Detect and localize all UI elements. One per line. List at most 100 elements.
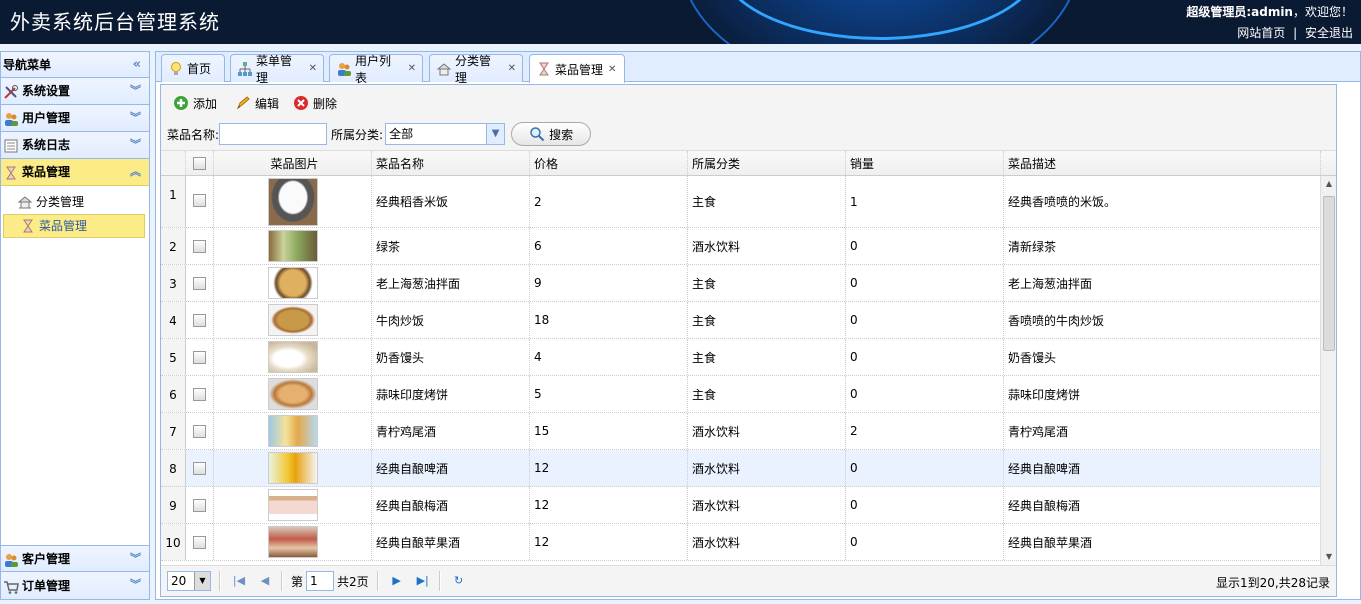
row-checkbox-cell xyxy=(186,228,214,264)
edit-button[interactable]: 编辑 xyxy=(235,93,279,113)
sidebar-group-dish-management[interactable]: 菜品管理 ︽ xyxy=(1,159,149,186)
close-icon[interactable]: ✕ xyxy=(508,63,516,74)
tab-home[interactable]: 首页 xyxy=(161,54,225,82)
checkbox[interactable] xyxy=(193,462,206,475)
column-header[interactable]: 菜品描述 xyxy=(1004,151,1321,175)
checkbox[interactable] xyxy=(193,351,206,364)
sidebar-item-category-management[interactable]: 分类管理 xyxy=(1,190,149,214)
checkbox[interactable] xyxy=(193,240,206,253)
scroll-thumb[interactable] xyxy=(1323,196,1335,351)
checkbox[interactable] xyxy=(193,156,206,170)
dish-image-cell xyxy=(214,176,372,227)
welcome-text: 超级管理员:admin，欢迎您！ xyxy=(1186,3,1353,20)
sidebar-group-system-log[interactable]: 系统日志 ︾ xyxy=(1,132,149,159)
search-button[interactable]: 搜索 xyxy=(511,122,592,146)
sidebar-group-system-settings[interactable]: 系统设置 ︾ xyxy=(1,78,149,105)
logout-link[interactable]: 安全退出 xyxy=(1305,26,1353,40)
chevron-down-icon[interactable]: ︾ xyxy=(130,78,141,104)
scroll-up-icon[interactable]: ▲ xyxy=(1321,176,1336,192)
chevron-down-icon[interactable]: ︾ xyxy=(130,546,141,572)
row-checkbox-cell xyxy=(186,487,214,523)
checkbox[interactable] xyxy=(193,314,206,327)
column-header[interactable]: 所属分类 xyxy=(688,151,846,175)
vertical-scrollbar[interactable]: ▲ ▼ xyxy=(1320,176,1336,565)
log-icon xyxy=(3,137,19,153)
cell-name: 奶香馒头 xyxy=(372,339,530,375)
tab-menu-management[interactable]: 菜单管理 ✕ xyxy=(230,54,324,85)
table-row[interactable]: 7 青柠鸡尾酒 15 酒水饮料 2 青柠鸡尾酒 xyxy=(161,413,1321,450)
cell-sales: 0 xyxy=(846,524,1004,560)
prev-page-icon[interactable]: ◀ xyxy=(257,573,273,589)
add-button[interactable]: 添加 xyxy=(173,93,217,113)
chevron-up-icon[interactable]: ︽ xyxy=(130,159,141,185)
scroll-down-icon[interactable]: ▼ xyxy=(1321,549,1336,565)
cell-category: 酒水饮料 xyxy=(688,524,846,560)
checkbox[interactable] xyxy=(193,425,206,438)
sidebar-group-user-management[interactable]: 用户管理 ︾ xyxy=(1,105,149,132)
table-row[interactable]: 10 经典自酿苹果酒 12 酒水饮料 0 经典自酿苹果酒 xyxy=(161,524,1321,561)
cell-name: 经典自酿苹果酒 xyxy=(372,524,530,560)
close-icon[interactable]: ✕ xyxy=(408,63,416,74)
dish-image xyxy=(267,489,318,521)
column-header[interactable]: 销量 xyxy=(846,151,1004,175)
chevron-down-icon[interactable]: ︾ xyxy=(130,105,141,131)
sidebar-item-dish-management[interactable]: 菜品管理 xyxy=(3,214,145,238)
double-chevron-left-icon[interactable]: « xyxy=(133,52,141,78)
add-label: 添加 xyxy=(193,96,218,111)
cell-category: 酒水饮料 xyxy=(688,450,846,486)
checkbox[interactable] xyxy=(193,388,206,401)
sidebar-group-order-management[interactable]: 订单管理 ︾ xyxy=(1,572,149,599)
tab-category-management[interactable]: 分类管理 ✕ xyxy=(429,54,523,85)
column-header[interactable]: 菜品名称 xyxy=(372,151,530,175)
chevron-down-icon[interactable]: ▼ xyxy=(194,572,210,590)
sidebar-group-label: 用户管理 xyxy=(22,111,71,125)
table-row[interactable]: 8 经典自酿啤酒 12 酒水饮料 0 经典自酿啤酒 xyxy=(161,450,1321,487)
checkbox[interactable] xyxy=(193,194,206,207)
column-header[interactable]: 菜品图片 xyxy=(214,151,372,175)
pagination-info: 显示1到20,共28记录 xyxy=(1216,576,1330,590)
delete-button[interactable]: 删除 xyxy=(293,93,337,113)
select-all-checkbox[interactable] xyxy=(186,151,214,175)
search-row: 菜品名称: 所属分类: 全部 ▼ 搜索 xyxy=(167,122,592,146)
row-number: 2 xyxy=(161,228,186,264)
page-number-input[interactable]: 1 xyxy=(306,571,335,591)
cell-price: 15 xyxy=(530,413,688,449)
table-row[interactable]: 1 经典稻香米饭 2 主食 1 经典香喷喷的米饭。 xyxy=(161,176,1321,228)
last-page-icon[interactable]: ▶| xyxy=(415,573,431,589)
next-page-icon[interactable]: ▶ xyxy=(389,573,405,589)
home-link[interactable]: 网站首页 xyxy=(1237,26,1285,40)
tab-user-list[interactable]: 用户列表 ✕ xyxy=(329,54,423,85)
cell-name: 老上海葱油拌面 xyxy=(372,265,530,301)
table-row[interactable]: 6 蒜味印度烤饼 5 主食 0 蒜味印度烤饼 xyxy=(161,376,1321,413)
chevron-down-icon[interactable]: ︾ xyxy=(130,132,141,158)
refresh-icon[interactable]: ↻ xyxy=(451,573,467,589)
row-number: 1 xyxy=(161,176,186,227)
checkbox[interactable] xyxy=(193,536,206,549)
page-size-select[interactable]: 20 ▼ xyxy=(167,571,211,591)
category-select[interactable]: 全部 ▼ xyxy=(385,123,506,145)
table-row[interactable]: 3 老上海葱油拌面 9 主食 0 老上海葱油拌面 xyxy=(161,265,1321,302)
chevron-down-icon[interactable]: ▼ xyxy=(486,124,505,144)
checkbox[interactable] xyxy=(193,277,206,290)
sidebar-group-customer-management[interactable]: 客户管理 ︾ xyxy=(1,545,149,572)
tab-dish-management[interactable]: 菜品管理 ✕ xyxy=(529,54,625,83)
table-row[interactable]: 4 牛肉炒饭 18 主食 0 香喷喷的牛肉炒饭 xyxy=(161,302,1321,339)
dish-name-label: 菜品名称: xyxy=(167,127,220,142)
dish-image xyxy=(267,230,318,262)
chevron-down-icon[interactable]: ︾ xyxy=(130,572,141,598)
dish-name-input[interactable] xyxy=(219,123,328,145)
cell-name: 经典稻香米饭 xyxy=(372,176,530,227)
table-row[interactable]: 2 绿茶 6 酒水饮料 0 清新绿茶 xyxy=(161,228,1321,265)
table-row[interactable]: 9 经典自酿梅酒 12 酒水饮料 0 经典自酿梅酒 xyxy=(161,487,1321,524)
column-header[interactable]: 价格 xyxy=(530,151,688,175)
category-icon xyxy=(17,194,33,210)
checkbox[interactable] xyxy=(193,499,206,512)
cell-sales: 0 xyxy=(846,339,1004,375)
table-row[interactable]: 5 奶香馒头 4 主食 0 奶香馒头 xyxy=(161,339,1321,376)
close-icon[interactable]: ✕ xyxy=(309,63,317,74)
pager-separator xyxy=(376,571,379,591)
first-page-icon[interactable]: |◀ xyxy=(231,573,247,589)
close-icon[interactable]: ✕ xyxy=(608,64,616,75)
sidebar-bottom-groups: 客户管理 ︾ 订单管理 ︾ xyxy=(1,545,149,599)
tab-label: 菜单管理 xyxy=(256,53,293,85)
